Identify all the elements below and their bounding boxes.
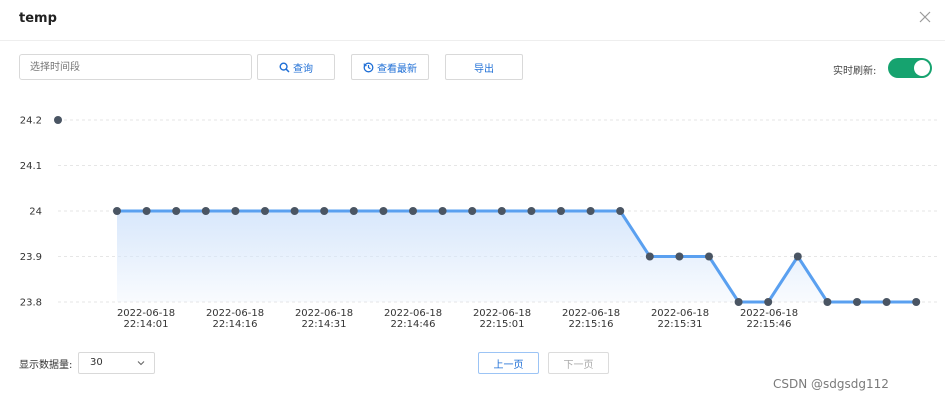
data-point	[557, 207, 565, 215]
header-divider	[0, 40, 945, 41]
data-point	[261, 207, 269, 215]
data-point	[616, 207, 625, 215]
x-tick-time: 22:14:31	[302, 319, 347, 330]
search-icon	[279, 61, 290, 73]
count-select[interactable]: 30	[78, 352, 155, 374]
x-tick-time: 22:15:31	[658, 319, 703, 330]
x-tick-time: 22:15:16	[569, 319, 614, 330]
count-label: 显示数据量:	[19, 360, 73, 371]
data-point	[912, 298, 921, 306]
data-point	[409, 207, 417, 215]
data-point	[823, 298, 832, 306]
data-point	[468, 207, 477, 215]
data-point	[793, 252, 802, 261]
x-tick-date: 2022-06-18	[562, 308, 620, 319]
data-point	[290, 207, 299, 215]
data-point	[675, 252, 684, 261]
chevron-down-icon	[136, 353, 146, 373]
refresh-icon	[363, 62, 374, 73]
data-point	[853, 298, 861, 306]
data-point	[645, 252, 654, 261]
latest-button-label: 查看最新	[377, 63, 417, 75]
data-point	[379, 207, 388, 215]
y-tick-label: 23.8	[20, 298, 42, 309]
count-select-value: 30	[90, 357, 103, 368]
y-tick-label: 24.2	[20, 116, 42, 127]
x-tick-date: 2022-06-18	[384, 308, 442, 319]
data-point	[882, 298, 891, 306]
data-point	[142, 207, 151, 215]
x-tick-time: 22:15:01	[480, 319, 525, 330]
data-point	[231, 207, 240, 215]
data-point	[54, 116, 62, 124]
watermark: CSDN @sdgsdg112	[773, 377, 889, 391]
data-point	[764, 298, 773, 306]
export-button-label: 导出	[474, 63, 494, 75]
temp-chart: 24.224.12423.923.8 2022-06-1822:14:01202…	[20, 116, 940, 330]
y-tick-label: 24	[29, 207, 42, 218]
query-button-label: 查询	[293, 63, 313, 75]
data-point	[172, 207, 181, 215]
data-point	[349, 207, 358, 215]
data-point	[320, 207, 329, 215]
query-button[interactable]: 查询	[257, 54, 335, 80]
x-tick-date: 2022-06-18	[206, 308, 264, 319]
data-point	[113, 207, 121, 215]
realtime-toggle[interactable]	[888, 58, 932, 78]
x-tick-date: 2022-06-18	[473, 308, 531, 319]
x-tick-date: 2022-06-18	[740, 308, 798, 319]
data-point	[527, 207, 536, 215]
realtime-label: 实时刷新:	[833, 66, 877, 77]
next-page-button[interactable]: 下一页	[548, 352, 609, 374]
y-tick-label: 23.9	[20, 252, 42, 263]
data-point	[438, 207, 447, 215]
data-point	[497, 207, 506, 215]
y-tick-label: 24.1	[20, 161, 42, 172]
export-button[interactable]: 导出	[445, 54, 523, 80]
time-range-input[interactable]	[19, 54, 252, 80]
close-icon[interactable]	[917, 10, 933, 26]
x-tick-time: 22:14:16	[213, 319, 258, 330]
x-tick-time: 22:14:01	[124, 319, 169, 330]
data-point	[734, 298, 743, 306]
dialog-title: temp	[19, 11, 57, 26]
data-point	[201, 207, 210, 215]
x-tick-time: 22:15:46	[747, 319, 792, 330]
dialog: temp 查询 查看最新 导出 实时刷新: 24.2 24.1 24 23.9 23.8	[0, 0, 945, 401]
latest-button[interactable]: 查看最新	[351, 54, 429, 80]
prev-page-button[interactable]: 上一页	[478, 352, 539, 374]
x-tick-date: 2022-06-18	[117, 308, 175, 319]
x-tick-time: 22:14:46	[391, 319, 436, 330]
x-tick-date: 2022-06-18	[295, 308, 353, 319]
data-point	[705, 252, 713, 261]
toggle-knob	[914, 60, 930, 76]
data-point	[586, 207, 595, 215]
x-tick-date: 2022-06-18	[651, 308, 709, 319]
